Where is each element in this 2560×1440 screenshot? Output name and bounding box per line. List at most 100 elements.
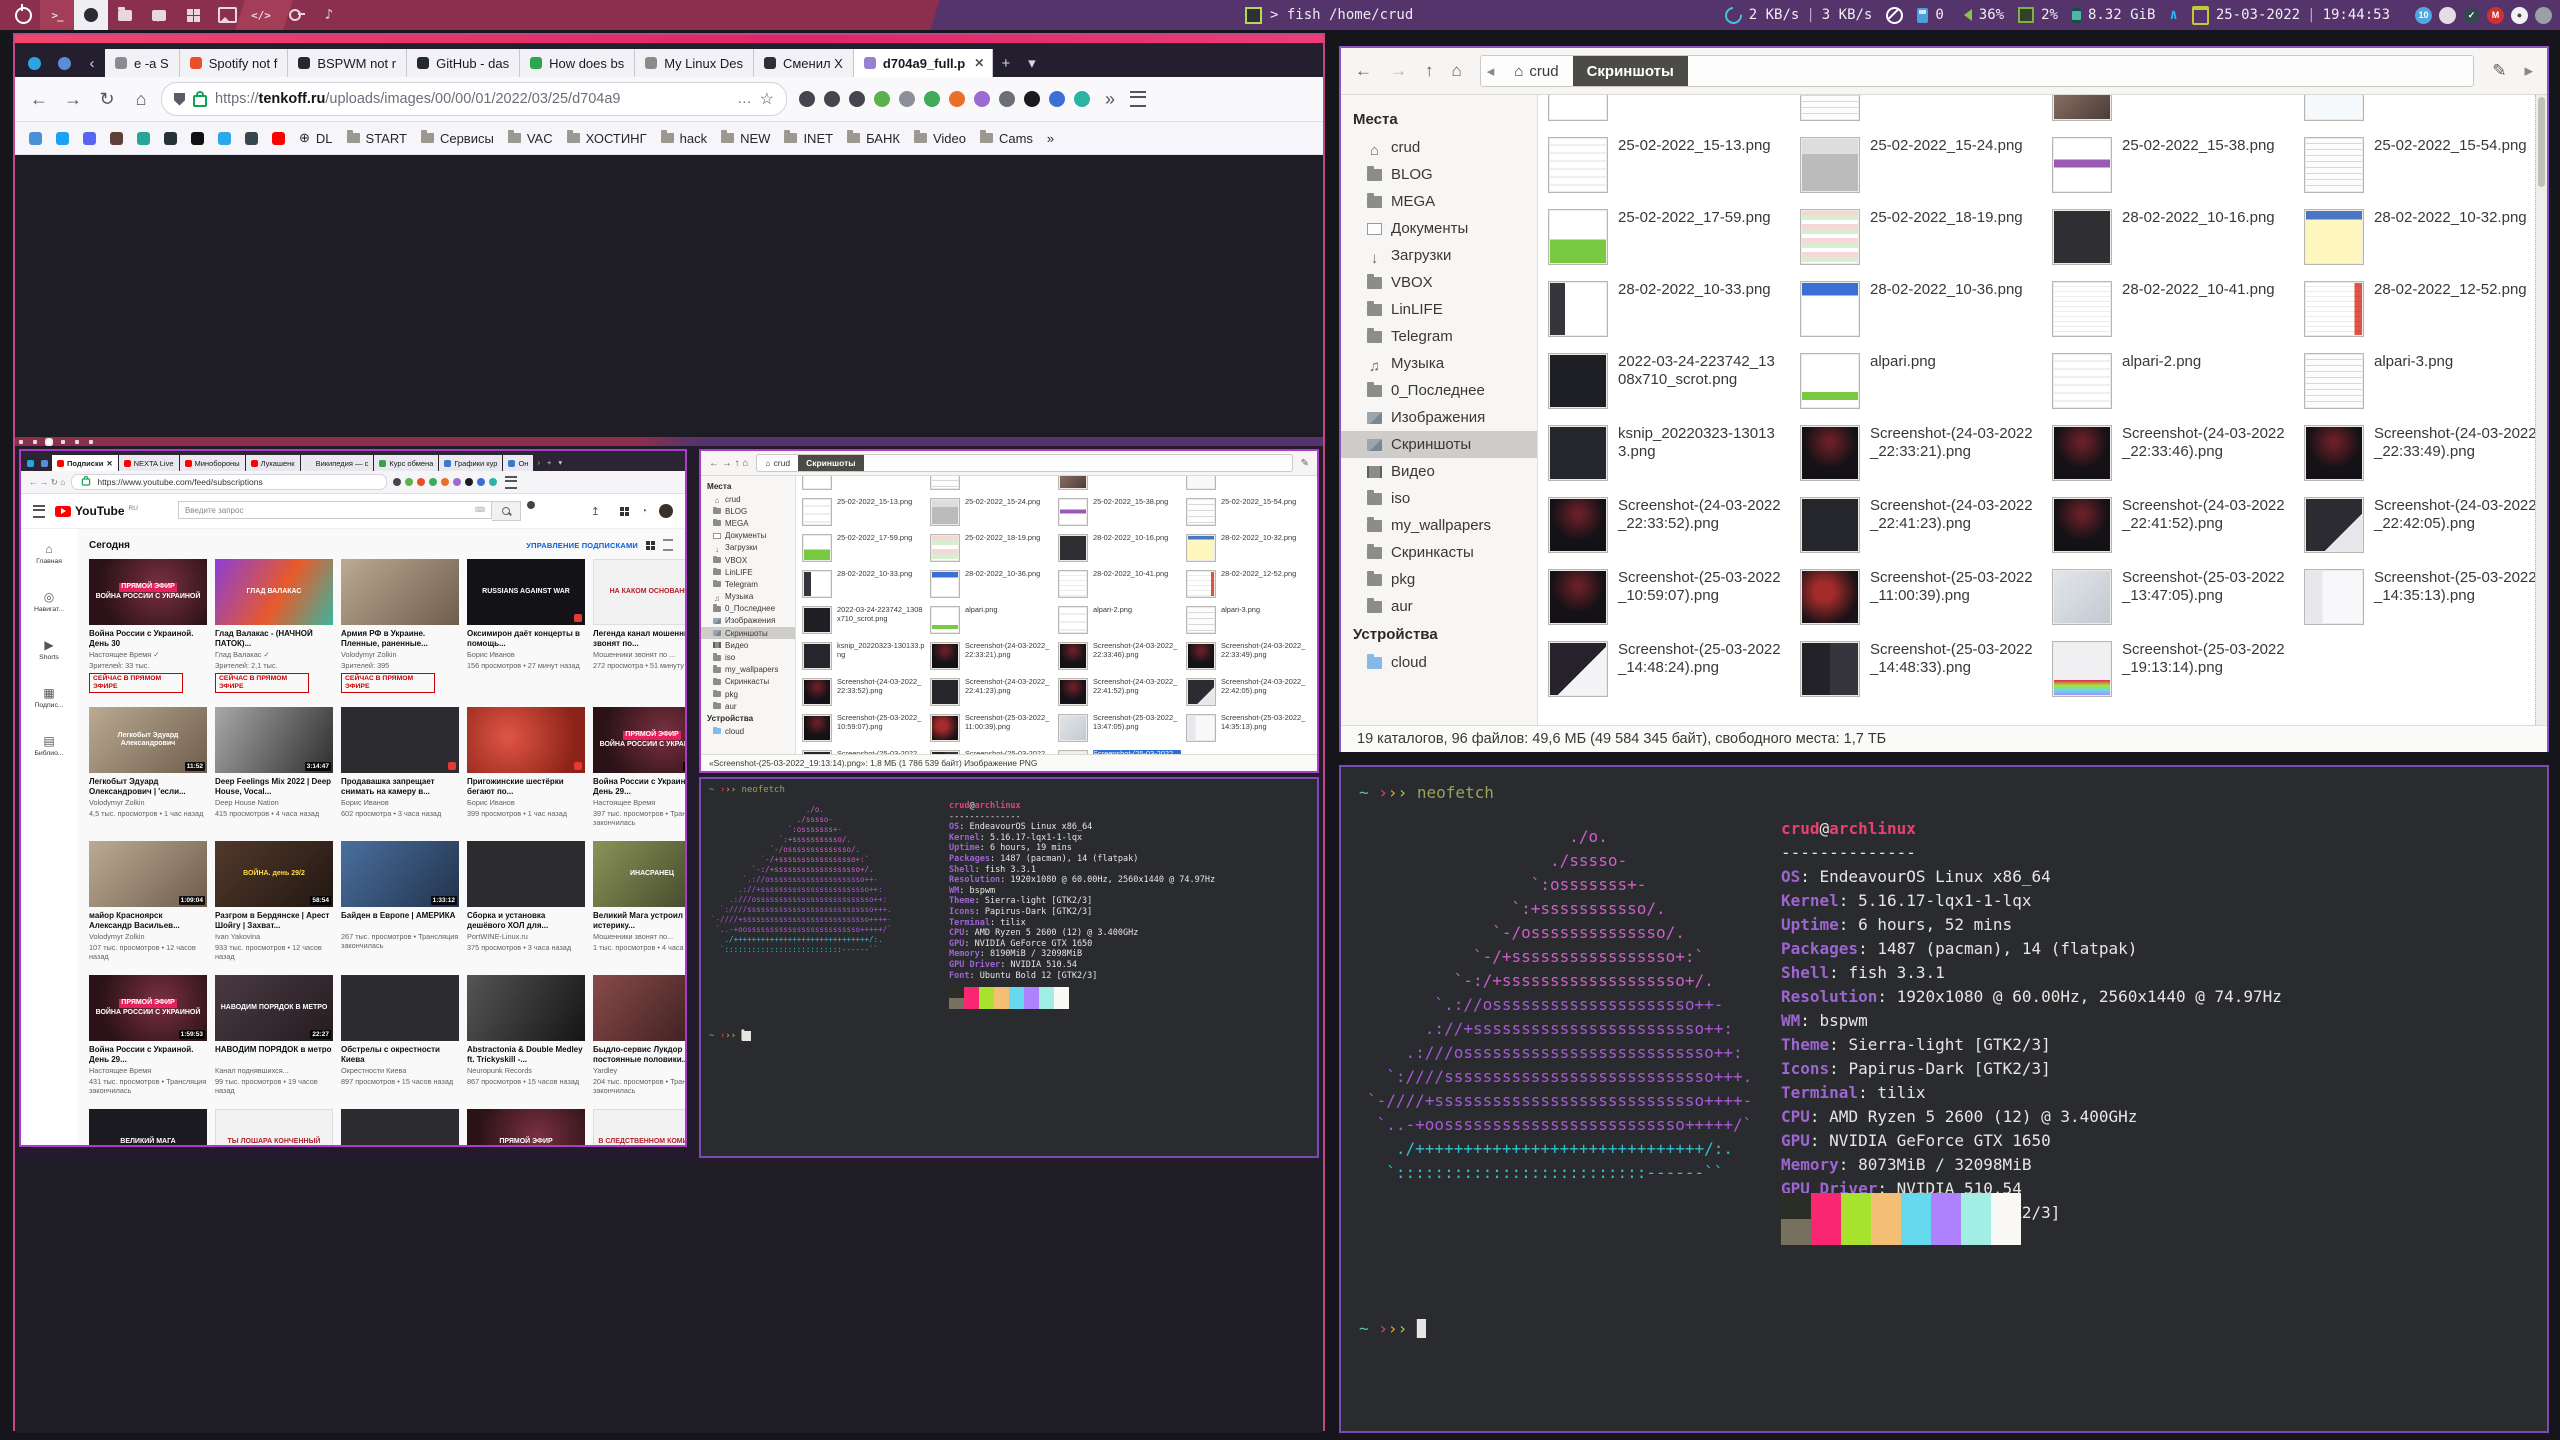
video-card-2[interactable]: Армия РФ в Украине. Пленные, раненные...… (341, 559, 459, 693)
tab-3[interactable]: GitHub - das (407, 49, 520, 77)
video-card-16[interactable]: НАВОДИМ ПОРЯДОК В МЕТРО22:27НАВОДИМ ПОРЯ… (215, 975, 333, 1095)
workspace-chat[interactable] (142, 0, 176, 30)
sidebar-item-VBOX[interactable]: VBOX (701, 554, 795, 566)
extension-icon-7[interactable] (974, 91, 990, 107)
updates[interactable]: ∧ (2169, 7, 2177, 23)
file-25-02-2022_15-38.png[interactable]: 25-02-2022_15-38.png (2052, 133, 2304, 205)
file-28-02-2022_10-32.png[interactable]: 28-02-2022_10-32.png (1186, 532, 1314, 568)
video-card-8[interactable]: Пригожинские шестёрки бегают по...Борис … (467, 707, 585, 827)
nested-ext-0[interactable] (393, 478, 401, 486)
video-thumbnail[interactable]: ТЫ ЛОШАРА КОНЧЕННЫЙ (215, 1109, 333, 1147)
workspace-image[interactable] (210, 0, 244, 30)
file-25-02-2022_18-19.png[interactable]: 25-02-2022_18-19.png (930, 532, 1058, 568)
file-25-02-2022_15-13.png[interactable]: 25-02-2022_15-13.png (1548, 133, 1800, 205)
sidebar-item-aur[interactable]: aur (1341, 593, 1537, 620)
fm-path-root[interactable]: ⌂ crud (1500, 56, 1572, 86)
sidebar-item-Документы[interactable]: Документы (701, 530, 795, 542)
nested-ext-5[interactable] (453, 478, 461, 486)
fm-scrollbar[interactable] (2535, 95, 2547, 725)
bookmark-favicon-5[interactable] (164, 132, 177, 145)
file-28-02-2022_10-41.png[interactable]: 28-02-2022_10-41.png (1058, 568, 1186, 604)
workspace-windows[interactable] (176, 0, 210, 30)
fm-back-button[interactable]: ← (1355, 61, 1372, 81)
firefox-titlebar[interactable] (15, 35, 1323, 43)
youtube-upload-icon[interactable]: ↥ (591, 505, 600, 518)
workspace-terminal[interactable]: >_ (40, 0, 74, 30)
tab-1[interactable]: Spotify not f (180, 49, 289, 77)
workspace-folder[interactable] (108, 0, 142, 30)
sidebar-item-0_Последнее[interactable]: 0_Последнее (1341, 377, 1537, 404)
file-28-02-2022_10-36.png[interactable]: 28-02-2022_10-36.png (1800, 277, 2052, 349)
video-card-18[interactable]: Abstractonia & Double Medley ft. Trickys… (467, 975, 585, 1095)
nested-tab-5[interactable]: Курс обмена (374, 455, 438, 471)
yt-sidebar-[interactable]: ▤Библио... (34, 735, 63, 757)
file-28-02-2022_10-41.png[interactable]: 28-02-2022_10-41.png (2052, 277, 2304, 349)
sidebar-item-0_Последнее[interactable]: 0_Последнее (701, 603, 795, 615)
file-Screenshot-(25-03-2022_14:48:24).png[interactable]: Screenshot-(25-03-2022_14:48:24).png (802, 748, 930, 754)
fm-up-button[interactable]: ↑ (1425, 61, 1434, 81)
file-24-03-2022_20-43.png[interactable]: 24-03-2022_20-43.png (1800, 95, 2052, 133)
yt-sidebar-[interactable]: ▦Подпис... (34, 687, 63, 709)
bookmark-favicon-2[interactable] (83, 132, 96, 145)
sidebar-item-my_wallpapers[interactable]: my_wallpapers (1341, 512, 1537, 539)
bookmark-3[interactable]: VAC (508, 131, 553, 146)
extension-icon-6[interactable] (949, 91, 965, 107)
tab-0[interactable]: e -a S (105, 49, 180, 77)
fm-path-current[interactable]: Скриншоты (1573, 56, 1688, 86)
nested-edit-path-icon[interactable]: ✎ (1301, 458, 1309, 469)
file-Screenshot-(24-03-2022_22:33:52).png[interactable]: Screenshot-(24-03-2022_22:33:52).png (1548, 493, 1800, 565)
workspace-music[interactable]: ♪ (312, 0, 346, 30)
video-thumbnail[interactable]: В СЛЕДСТВЕННОМ КОМИТЕТЕ (593, 1109, 685, 1147)
nested-ext-8[interactable] (489, 478, 497, 486)
sidebar-item-Музыка[interactable]: ♫Музыка (701, 591, 795, 603)
fm-path-scroll-right[interactable]: ▸ (2524, 61, 2533, 81)
file-28-02-2022_10-16.png[interactable]: 28-02-2022_10-16.png (2052, 205, 2304, 277)
bookmark-favicon-0[interactable] (29, 132, 42, 145)
extension-icon-4[interactable] (899, 91, 915, 107)
nested-tab-2[interactable]: Минобороны (180, 455, 245, 471)
file-Screenshot-(25-03-2022_19:13:14).png[interactable]: Screenshot-(25-03-2022_19:13:14).png (1058, 748, 1186, 754)
new-tab-button[interactable]: + (993, 49, 1019, 77)
video-card-15[interactable]: ПРЯМОЙ ЭФИРВОЙНА РОССИИ С УКРАИНОЙ1:59:5… (89, 975, 207, 1095)
video-thumbnail[interactable]: ВЕЛИКИЙ МАГА (89, 1109, 207, 1147)
extension-icon-11[interactable] (1074, 91, 1090, 107)
bookmark-4[interactable]: ХОСТИНГ (567, 131, 647, 146)
sidebar-item-Скриншоты[interactable]: Скриншоты (1341, 431, 1537, 458)
file-alpari-3.png[interactable]: alpari-3.png (1186, 604, 1314, 640)
tab-7[interactable]: d704a9_full.p✕ (854, 49, 993, 77)
file-Screenshot-(24-03-2022_22:42:05).png[interactable]: Screenshot-(24-03-2022_22:42:05).png (2304, 493, 2547, 565)
nested-pinned-tab-1[interactable] (41, 460, 48, 467)
video-thumbnail[interactable]: ПРЯМОЙ ЭФИРВОЙНА РОССИИ С УКРАИНОЙ1:59:5… (89, 975, 207, 1041)
toolbar-overflow-button[interactable]: » (1096, 89, 1124, 110)
tracking-protection-icon[interactable] (174, 93, 185, 106)
tray-shield[interactable]: ✓ (2463, 7, 2480, 24)
file-Screenshot-(24-03-2022_22:41:52).png[interactable]: Screenshot-(24-03-2022_22:41:52).png (1058, 676, 1186, 712)
file-25-02-2022_17-59.png[interactable]: 25-02-2022_17-59.png (1548, 205, 1800, 277)
youtube-mic-button[interactable] (527, 501, 535, 509)
file-Screenshot-(25-03-2022_14:35:13).png[interactable]: Screenshot-(25-03-2022_14:35:13).png (2304, 565, 2547, 637)
viewed-image-nested-screenshot[interactable]: Подписки✕NEXTA LiveМинобороныЛукашенкВик… (15, 437, 1323, 1164)
video-thumbnail[interactable]: RUSSIANS AGAINST WAR (467, 559, 585, 625)
video-thumbnail[interactable]: 1:09:04 (89, 841, 207, 907)
url-overflow[interactable]: … (737, 91, 752, 107)
file-25-02-2022_18-19.png[interactable]: 25-02-2022_18-19.png (1800, 205, 2052, 277)
extension-icon-0[interactable] (799, 91, 815, 107)
video-card-13[interactable]: Сборка и установка дешёвого ХОЛ для...Po… (467, 841, 585, 961)
sidebar-item-aur[interactable]: aur (701, 700, 795, 712)
workspace-key[interactable] (278, 0, 312, 30)
file-Screenshot-(24-03-2022_22:33:46).png[interactable]: Screenshot-(24-03-2022_22:33:46).png (2052, 421, 2304, 493)
nested-tab-0[interactable]: Подписки✕ (52, 455, 118, 471)
file-Screenshot-(25-03-2022_13:47:05).png[interactable]: Screenshot-(25-03-2022_13:47:05).png (2052, 565, 2304, 637)
file-ksnip_20220323-130133.png[interactable]: ksnip_20220323-130133.png (802, 640, 930, 676)
file-25-02-2022_15-38.png[interactable]: 25-02-2022_15-38.png (1058, 496, 1186, 532)
file-28-02-2022_10-33.png[interactable]: 28-02-2022_10-33.png (1548, 277, 1800, 349)
file-Screenshot-(24-03-2022_22:41:23).png[interactable]: Screenshot-(24-03-2022_22:41:23).png (930, 676, 1058, 712)
sidebar-item-LinLIFE[interactable]: LinLIFE (1341, 296, 1537, 323)
file-25-02-2022_12-14.png[interactable]: 25-02-2022_12-14.png (2052, 95, 2304, 133)
file-25-02-2022_12-14.png[interactable]: 25-02-2022_12-14.png (1058, 476, 1186, 496)
pinned-tab-0[interactable] (19, 49, 49, 77)
video-thumbnail[interactable] (341, 1109, 459, 1147)
sidebar-item-VBOX[interactable]: VBOX (1341, 269, 1537, 296)
tray-mega[interactable]: M (2487, 7, 2504, 24)
home-button[interactable]: ⌂ (127, 89, 155, 110)
